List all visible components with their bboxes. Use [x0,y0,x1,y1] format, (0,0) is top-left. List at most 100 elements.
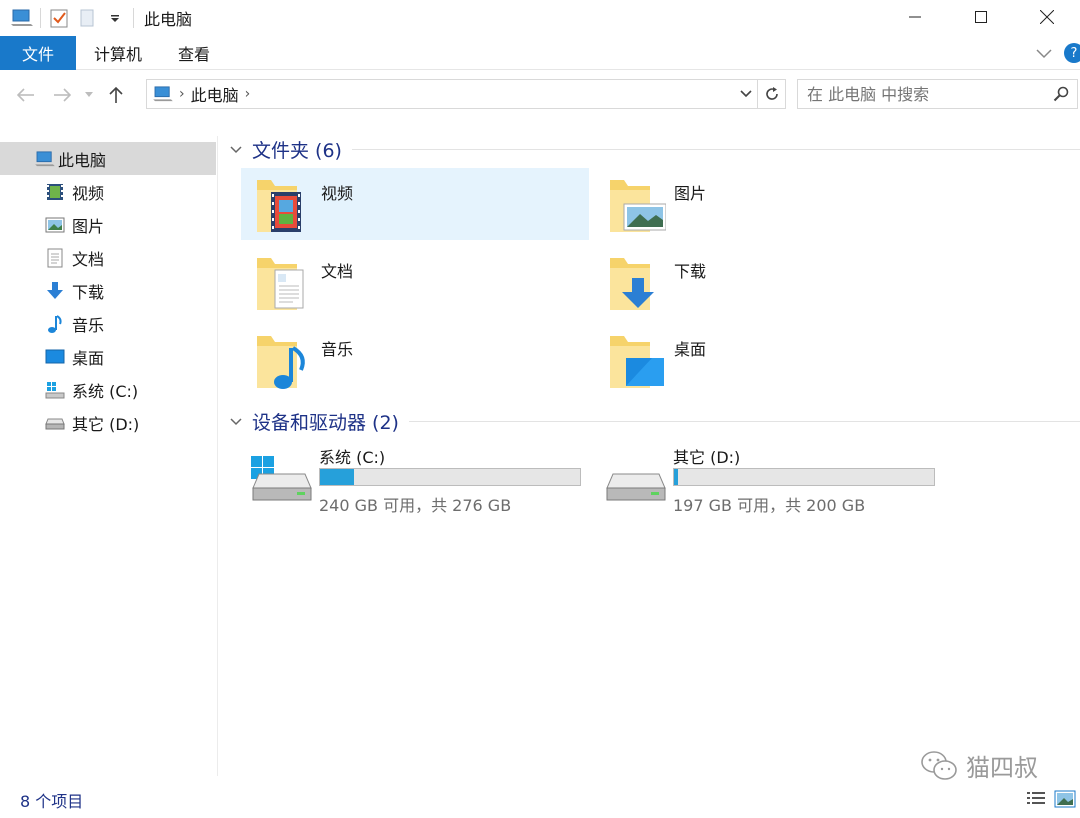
drive-usage-fill [320,469,354,485]
folder-label: 下载 [674,262,707,281]
window-controls [882,0,1080,34]
folder-tile-documents[interactable]: 文档 [241,246,589,318]
folder-label: 音乐 [321,340,354,359]
navigation-pane: 此电脑 视频 图片 文档 下载 音乐 桌面 系统 (C:) 其它 (D:) [0,136,218,776]
close-button[interactable] [1014,0,1080,34]
sidebar-item-music[interactable]: 音乐 [0,307,217,340]
address-dropdown-icon[interactable] [739,84,753,108]
folder-tile-music[interactable]: 音乐 [241,324,589,396]
expand-ribbon-icon[interactable] [1036,44,1052,63]
content-pane: 文件夹 (6) 视频 图片 文档 下载 音乐 桌面 设备和驱动器 (2) 系统 … [220,116,1080,776]
drive-free-space: 240 GB 可用，共 276 GB [319,496,512,515]
folder-tile-pictures[interactable]: 图片 [594,168,942,240]
minimize-button[interactable] [882,0,948,34]
sidebar-item-downloads[interactable]: 下载 [0,274,217,307]
video-folder-icon [44,181,66,203]
desktop-folder-icon [594,324,666,396]
sidebar-item-drive-d[interactable]: 其它 (D:) [0,406,217,439]
sidebar-item-label: 系统 (C:) [72,381,139,401]
folder-tile-videos[interactable]: 视频 [241,168,589,240]
divider [351,149,1080,150]
refresh-button[interactable] [757,80,785,108]
drive-label: 系统 (C:) [319,448,386,467]
forward-button[interactable] [44,77,80,113]
tab-computer[interactable]: 计算机 [76,36,160,70]
sidebar-item-label: 视频 [72,183,105,203]
folder-label: 桌面 [674,340,707,359]
drive-tile-c[interactable]: 系统 (C:) 240 GB 可用，共 276 GB [249,444,589,515]
drives-group-header[interactable]: 设备和驱动器 (2) [230,408,1080,435]
breadcrumb-separator-icon[interactable]: › [179,86,185,102]
sidebar-item-label: 图片 [72,216,105,236]
large-icons-view-icon[interactable] [1054,790,1076,812]
navigation-bar: › 此电脑 › [0,74,1080,116]
sidebar-item-label: 音乐 [72,315,105,335]
item-count: 8 个项目 [20,792,84,811]
drive-usage-bar [673,468,935,486]
customize-toolbar-icon[interactable] [101,4,129,32]
sidebar-item-desktop[interactable]: 桌面 [0,340,217,373]
desktop-icon [44,346,66,368]
properties-icon[interactable] [45,4,73,32]
sidebar-item-label: 文档 [72,249,105,269]
sidebar-item-drive-c[interactable]: 系统 (C:) [0,373,217,406]
downloads-folder-icon [594,246,666,318]
windows-drive-icon [249,454,313,506]
search-icon[interactable] [1053,86,1069,106]
music-folder-icon [241,324,313,396]
recent-locations-button[interactable] [80,77,98,113]
divider [40,8,41,28]
new-folder-icon[interactable] [73,4,101,32]
sidebar-item-this-pc[interactable]: 此电脑 [0,142,216,175]
up-button[interactable] [98,77,134,113]
ribbon-tabs: 文件 计算机 查看 ? [0,35,1080,70]
divider [133,8,134,28]
windows-drive-icon [44,379,66,401]
drive-usage-fill [674,469,678,485]
search-input[interactable] [807,84,1037,104]
folder-label: 图片 [674,184,707,203]
documents-folder-icon [44,247,66,269]
sidebar-item-label: 此电脑 [58,150,107,170]
folder-tile-downloads[interactable]: 下载 [594,246,942,318]
collapse-chevron-icon[interactable] [230,142,252,158]
view-switcher [1026,790,1076,812]
sidebar-item-videos[interactable]: 视频 [0,175,217,208]
help-icon[interactable]: ? [1064,43,1080,63]
search-box[interactable] [797,79,1078,109]
computer-icon [34,148,56,170]
downloads-icon [44,280,66,302]
breadcrumb-item[interactable]: 此电脑 [191,82,239,106]
tab-file[interactable]: 文件 [0,35,76,70]
pictures-folder-icon [594,168,667,240]
folder-label: 视频 [321,184,354,203]
sidebar-item-label: 下载 [72,282,105,302]
folder-tile-desktop[interactable]: 桌面 [594,324,942,396]
sidebar-item-label: 其它 (D:) [72,414,140,434]
computer-icon[interactable] [8,4,36,32]
drive-tile-d[interactable]: 其它 (D:) 197 GB 可用，共 200 GB [603,444,943,515]
tab-view[interactable]: 查看 [160,36,228,70]
computer-icon [153,86,173,102]
folders-group-header[interactable]: 文件夹 (6) [230,136,1080,163]
sidebar-item-documents[interactable]: 文档 [0,241,217,274]
video-folder-icon [241,168,313,240]
group-title: 文件夹 (6) [252,140,342,162]
drive-icon [603,454,667,506]
window-title: 此电脑 [144,10,193,29]
status-bar: 8 个项目 [0,776,1080,818]
group-title: 设备和驱动器 (2) [252,412,399,434]
drive-icon [44,412,66,434]
address-bar[interactable]: › 此电脑 › [146,79,786,109]
folder-label: 文档 [321,262,354,281]
drive-free-space: 197 GB 可用，共 200 GB [673,496,866,515]
sidebar-item-pictures[interactable]: 图片 [0,208,217,241]
details-view-icon[interactable] [1026,790,1046,812]
sidebar-item-label: 桌面 [72,348,105,368]
maximize-button[interactable] [948,0,1014,34]
back-button[interactable] [8,77,44,113]
music-icon [44,313,66,335]
drive-usage-bar [319,468,581,486]
collapse-chevron-icon[interactable] [230,414,252,430]
breadcrumb-separator-icon[interactable]: › [245,86,251,102]
